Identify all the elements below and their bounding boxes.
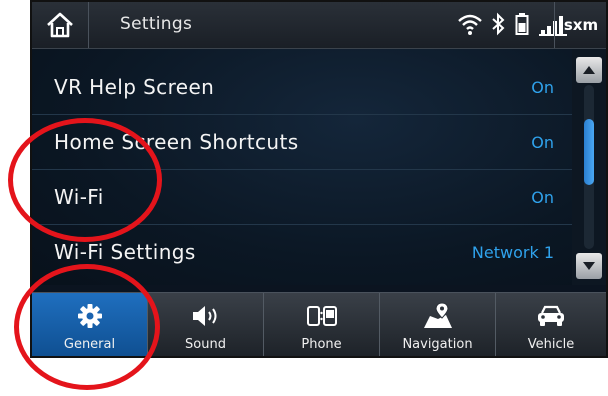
tab-vehicle[interactable]: Vehicle xyxy=(496,293,606,356)
tab-navigation[interactable]: Navigation xyxy=(380,293,496,356)
car-icon xyxy=(538,305,564,326)
wifi-icon xyxy=(458,14,482,35)
list-item-value: On xyxy=(531,133,554,152)
tab-sound[interactable]: Sound xyxy=(148,293,264,356)
list-item-value: On xyxy=(531,188,554,207)
status-bar: Settings sxm xyxy=(32,2,606,49)
scrollbar[interactable] xyxy=(572,49,606,285)
page-title: Settings xyxy=(120,14,193,34)
tab-label: Navigation xyxy=(402,337,473,352)
home-icon xyxy=(47,12,73,38)
annotation-circle-wifi xyxy=(8,118,162,242)
tab-label: Phone xyxy=(301,337,342,352)
map-pin-icon xyxy=(423,302,452,328)
list-item-value: On xyxy=(531,78,554,97)
scroll-down-button[interactable] xyxy=(576,253,602,279)
battery-icon xyxy=(515,13,529,35)
annotation-circle-general xyxy=(14,264,160,390)
list-item-label: Wi-Fi Settings xyxy=(54,240,196,264)
list-item-label: VR Help Screen xyxy=(54,75,215,99)
home-button[interactable] xyxy=(32,2,89,48)
tab-label: Vehicle xyxy=(527,337,575,352)
list-item-value: Network 1 xyxy=(471,243,554,262)
scroll-up-button[interactable] xyxy=(576,57,602,83)
scroll-thumb[interactable] xyxy=(584,119,594,185)
tab-phone[interactable]: Phone xyxy=(264,293,380,356)
bluetooth-icon xyxy=(492,12,505,36)
phone-icon xyxy=(306,306,337,326)
triangle-down-icon xyxy=(583,262,595,270)
list-item-vr-help-screen[interactable]: VR Help Screen On xyxy=(32,61,572,115)
sxm-label: sxm xyxy=(563,16,599,34)
sxm-button[interactable]: sxm xyxy=(554,2,606,48)
scroll-track[interactable] xyxy=(584,85,594,249)
triangle-up-icon xyxy=(583,66,595,74)
speaker-icon xyxy=(192,306,216,326)
tab-label: Sound xyxy=(185,337,226,352)
